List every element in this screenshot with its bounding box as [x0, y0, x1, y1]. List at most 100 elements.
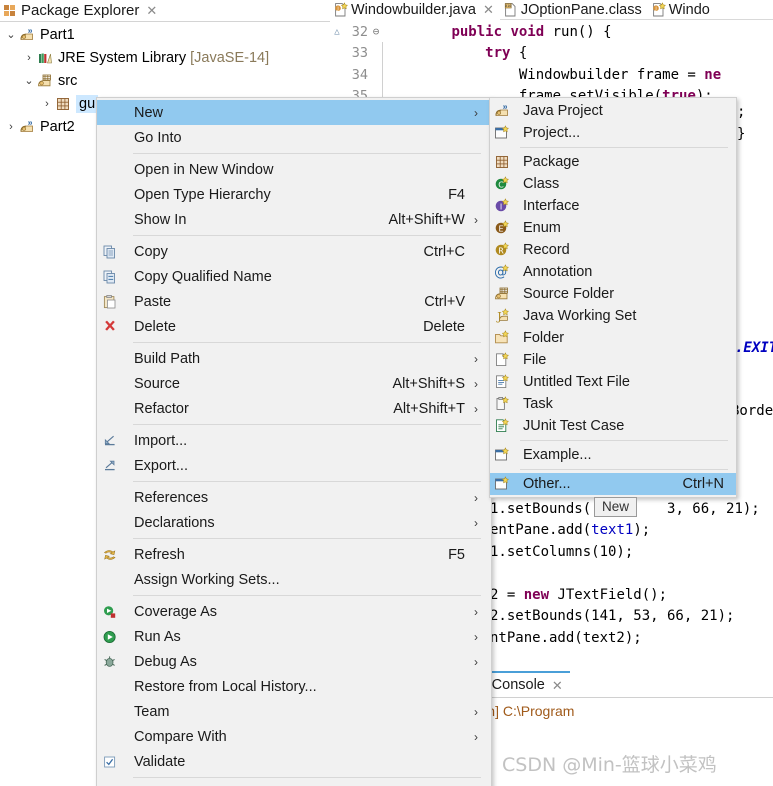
code-fragment: .EXIT — [735, 340, 773, 356]
submenu-arrow-icon: › — [474, 729, 478, 744]
import-icon — [97, 433, 123, 449]
editor-tab-windowbuilder-java[interactable]: J Windowbuilder.java ✕ — [330, 0, 500, 20]
editor-tab-label: Windo — [668, 1, 710, 18]
menu-item-go-into[interactable]: Go Into — [97, 125, 491, 150]
menu-item-refactor[interactable]: Refactor Alt+Shift+T › — [97, 396, 491, 421]
menu-item-copy[interactable]: Copy Ctrl+C — [97, 239, 491, 264]
tree-item-part1[interactable]: ⌄ Part1 — [0, 23, 330, 46]
tree-item-src[interactable]: ⌄ src — [0, 69, 330, 92]
menu-item-source[interactable]: Source Alt+Shift+S › — [97, 371, 491, 396]
menu-item-import[interactable]: Import... — [97, 428, 491, 453]
chevron-down-icon[interactable]: ⌄ — [3, 28, 19, 41]
menu-item-label: Project... — [523, 125, 581, 141]
menu-item-label: Export... — [134, 457, 188, 474]
code-lines: △ 32 ⊖ public void run() {33 try {34 Windo… — [330, 21, 773, 107]
menu-item-new[interactable]: New › — [97, 100, 491, 125]
annotation-icon: @ — [490, 264, 514, 280]
package-explorer-icon — [2, 3, 18, 19]
context-menu[interactable]: New › Go Into Open in New Window Open Type H… — [96, 97, 492, 786]
menu-item-open-type-hierarchy[interactable]: Open Type Hierarchy F4 — [97, 182, 491, 207]
menu-item-export[interactable]: Export... — [97, 453, 491, 478]
menu-item-source-folder[interactable]: Source Folder — [490, 283, 736, 305]
menu-item-interface[interactable]: I Interface — [490, 195, 736, 217]
new-tooltip: New — [594, 497, 638, 517]
menu-item-validate[interactable]: Validate — [97, 749, 491, 774]
menu-item-compare-with[interactable]: Compare With › — [97, 724, 491, 749]
menu-item-build-path[interactable]: Build Path › — [97, 346, 491, 371]
menu-item-label: Show In — [134, 211, 187, 228]
menu-item-label: Team — [134, 703, 170, 720]
menu-item-java-project[interactable]: Java Project — [490, 100, 736, 122]
source-folder-icon — [37, 73, 55, 89]
tree-item-label: src — [58, 72, 78, 89]
tree-item-label: gu — [79, 95, 96, 112]
menu-item-assign-working-sets[interactable]: Assign Working Sets... — [97, 567, 491, 592]
tab-package-explorer[interactable]: Package Explorer ✕ — [0, 0, 162, 21]
menu-item-label: Restore from Local History... — [134, 678, 317, 695]
run-icon — [97, 629, 123, 645]
menu-item-project[interactable]: Project... — [490, 122, 736, 144]
new-submenu[interactable]: Java Project Project... Package C Class I… — [489, 97, 737, 498]
menu-item-references[interactable]: References › — [97, 485, 491, 510]
menu-item-shortcut: Alt+Shift+T — [393, 400, 465, 417]
submenu-arrow-icon: › — [474, 629, 478, 644]
chevron-right-icon[interactable]: › — [3, 121, 19, 133]
submenu-arrow-icon: › — [474, 704, 478, 719]
menu-item-debug-as[interactable]: Debug As › — [97, 649, 491, 674]
submenu-arrow-icon: › — [474, 401, 478, 416]
menu-item-restore-from-local-history[interactable]: Restore from Local History... — [97, 674, 491, 699]
menu-item-declarations[interactable]: Declarations › — [97, 510, 491, 535]
menu-item-class[interactable]: C Class — [490, 173, 736, 195]
checkbox-checked-icon — [97, 754, 123, 770]
menu-item-package[interactable]: Package — [490, 151, 736, 173]
tree-item-label: JRE System Library — [58, 49, 187, 66]
menu-item-record[interactable]: R Record — [490, 239, 736, 261]
close-icon[interactable]: ✕ — [552, 679, 563, 692]
menu-item-annotation[interactable]: @ Annotation — [490, 261, 736, 283]
submenu-arrow-icon: › — [474, 212, 478, 227]
menu-item-other[interactable]: Other... Ctrl+N — [490, 473, 736, 495]
fold-toggle-icon[interactable]: ⊖ — [370, 25, 382, 38]
menu-item-folder[interactable]: Folder — [490, 327, 736, 349]
menu-item-file[interactable]: File — [490, 349, 736, 371]
menu-item-refresh[interactable]: Refresh F5 — [97, 542, 491, 567]
menu-item-label: Interface — [523, 198, 580, 214]
menu-separator — [133, 481, 481, 482]
menu-item-copy-qualified-name[interactable]: Copy Qualified Name — [97, 264, 491, 289]
tree-item-jre-system-library[interactable]: › JRE System Library [JavaSE-14] — [0, 46, 330, 69]
menu-item-untitled-text-file[interactable]: Untitled Text File — [490, 371, 736, 393]
menu-item-task[interactable]: Task — [490, 393, 736, 415]
tree-item-label-wrap: gu — [76, 94, 99, 113]
menu-item-show-in[interactable]: Show In Alt+Shift+W › — [97, 207, 491, 232]
menu-item-java-working-set[interactable]: J Java Working Set — [490, 305, 736, 327]
menu-item-open-in-new-window[interactable]: Open in New Window — [97, 157, 491, 182]
menu-item-junit-test-case[interactable]: JUnit Test Case — [490, 415, 736, 437]
editor-tab-joptionpane-class[interactable]: 010 JOptionPane.class — [500, 0, 648, 20]
menu-item-label: Record — [523, 242, 570, 258]
menu-item-properties[interactable]: PropertiesAlt+Enter — [97, 781, 491, 786]
menu-item-shortcut: Ctrl+V — [424, 293, 465, 310]
menu-item-shortcut: Delete — [423, 318, 465, 335]
chevron-right-icon[interactable]: › — [21, 52, 37, 64]
tree-item-label-wrap: JRE System Library [JavaSE-14] — [58, 50, 269, 66]
menu-item-team[interactable]: Team › — [97, 699, 491, 724]
menu-item-label: Folder — [523, 330, 565, 346]
editor-tab-windo[interactable]: J Windo — [648, 0, 716, 20]
menu-item-label: Source Folder — [523, 286, 615, 302]
menu-item-delete[interactable]: Delete Delete — [97, 314, 491, 339]
code-text: try { — [485, 45, 528, 62]
menu-item-example[interactable]: Example... — [490, 444, 736, 466]
submenu-arrow-icon: › — [474, 515, 478, 530]
chevron-right-icon[interactable]: › — [39, 98, 55, 110]
menu-item-enum[interactable]: E Enum — [490, 217, 736, 239]
untitled-text-file-icon — [490, 374, 514, 390]
menu-item-paste[interactable]: Paste Ctrl+V — [97, 289, 491, 314]
close-icon[interactable]: ✕ — [146, 4, 157, 17]
menu-item-coverage-as[interactable]: Coverage As › — [97, 599, 491, 624]
close-icon[interactable]: ✕ — [483, 3, 494, 16]
tree-item-suffix: [JavaSE-14] — [186, 49, 270, 66]
menu-item-label: Validate — [134, 753, 186, 770]
source-folder-icon — [490, 286, 514, 302]
chevron-down-icon[interactable]: ⌄ — [21, 74, 37, 87]
menu-item-run-as[interactable]: Run As › — [97, 624, 491, 649]
